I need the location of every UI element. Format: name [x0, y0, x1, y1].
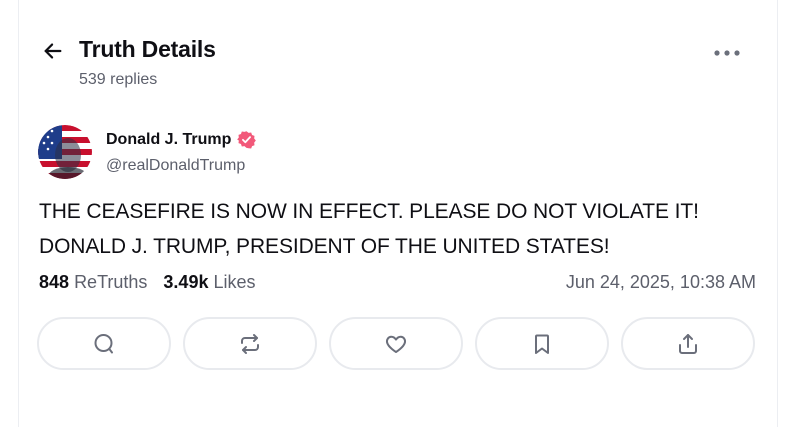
bookmark-icon: [535, 334, 549, 354]
share-button[interactable]: [621, 317, 755, 370]
post-timestamp[interactable]: Jun 24, 2025, 10:38 AM: [566, 272, 756, 293]
post-stats: 848 ReTruths 3.49k Likes: [39, 272, 256, 293]
reply-icon: [94, 333, 113, 353]
more-horizontal-icon: [714, 50, 740, 56]
retruth-button[interactable]: [183, 317, 317, 370]
reply-count: 539 replies: [79, 71, 158, 88]
page: Truth Details 539 replies Donald J. Trum…: [0, 0, 797, 427]
author-handle[interactable]: @realDonaldTrump: [106, 157, 245, 175]
arrow-left-icon: [44, 43, 62, 59]
post-line: THE CEASEFIRE IS NOW IN EFFECT. PLEASE D…: [39, 200, 699, 223]
reply-button[interactable]: [37, 317, 171, 370]
likes-stat[interactable]: 3.49k Likes: [163, 272, 255, 293]
author-name[interactable]: Donald J. Trump: [106, 131, 231, 149]
retruths-label: ReTruths: [74, 272, 148, 292]
share-icon: [679, 333, 697, 354]
heart-icon: [385, 335, 407, 353]
verified-badge-icon: [237, 131, 257, 149]
retruths-stat[interactable]: 848 ReTruths: [39, 272, 147, 293]
likes-count: 3.49k: [163, 272, 209, 292]
author-name-row[interactable]: Donald J. Trump: [106, 130, 257, 149]
retruth-icon: [241, 333, 259, 354]
page-title: Truth Details: [79, 36, 216, 62]
retruths-count: 848: [39, 272, 70, 292]
post-line: DONALD J. TRUMP, PRESIDENT OF THE UNITED…: [39, 235, 610, 258]
back-button[interactable]: [40, 38, 66, 64]
bookmark-button[interactable]: [475, 317, 609, 370]
more-options-button[interactable]: [711, 42, 743, 64]
like-button[interactable]: [329, 317, 463, 370]
post-content: THE CEASEFIRE IS NOW IN EFFECT. PLEASE D…: [39, 194, 769, 264]
avatar[interactable]: [38, 125, 92, 179]
action-bar: [37, 317, 755, 370]
likes-label: Likes: [213, 272, 256, 292]
